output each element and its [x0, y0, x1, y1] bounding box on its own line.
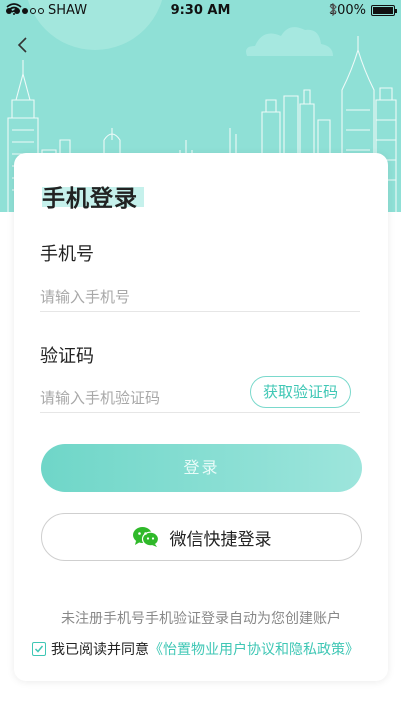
phone-input[interactable] [40, 282, 360, 312]
login-card: 手机登录 手机号 验证码 获取验证码 登录 微信快捷登录 未注册手机号手机验证登… [14, 153, 388, 681]
login-button[interactable]: 登录 [41, 444, 362, 492]
title-wrap: 手机登录 [42, 179, 144, 213]
register-notice: 未注册手机号手机验证登录自动为您创建账户 [61, 611, 341, 627]
wechat-icon [132, 527, 159, 547]
check-icon [34, 645, 44, 653]
chevron-left-icon [17, 37, 27, 53]
agree-prefix: 我已阅读并同意 [51, 642, 149, 658]
wechat-login-button[interactable]: 微信快捷登录 [41, 513, 362, 561]
code-label: 验证码 [40, 346, 94, 367]
get-code-button[interactable]: 获取验证码 [250, 376, 351, 408]
phone-label: 手机号 [40, 244, 94, 265]
page-title: 手机登录 [42, 186, 138, 212]
policy-link[interactable]: 《怡置物业用户协议和隐私政策》 [149, 639, 359, 659]
wechat-login-label: 微信快捷登录 [169, 529, 272, 550]
agreement-row: 我已阅读并同意 《怡置物业用户协议和隐私政策》 [32, 639, 359, 659]
battery-icon [371, 5, 397, 16]
back-button[interactable] [12, 34, 34, 56]
status-bar: SHAW 9:30 AM 100% [0, 0, 401, 22]
agree-checkbox[interactable] [32, 642, 46, 656]
status-right: 100% [329, 3, 397, 18]
bluetooth-icon [329, 3, 337, 16]
